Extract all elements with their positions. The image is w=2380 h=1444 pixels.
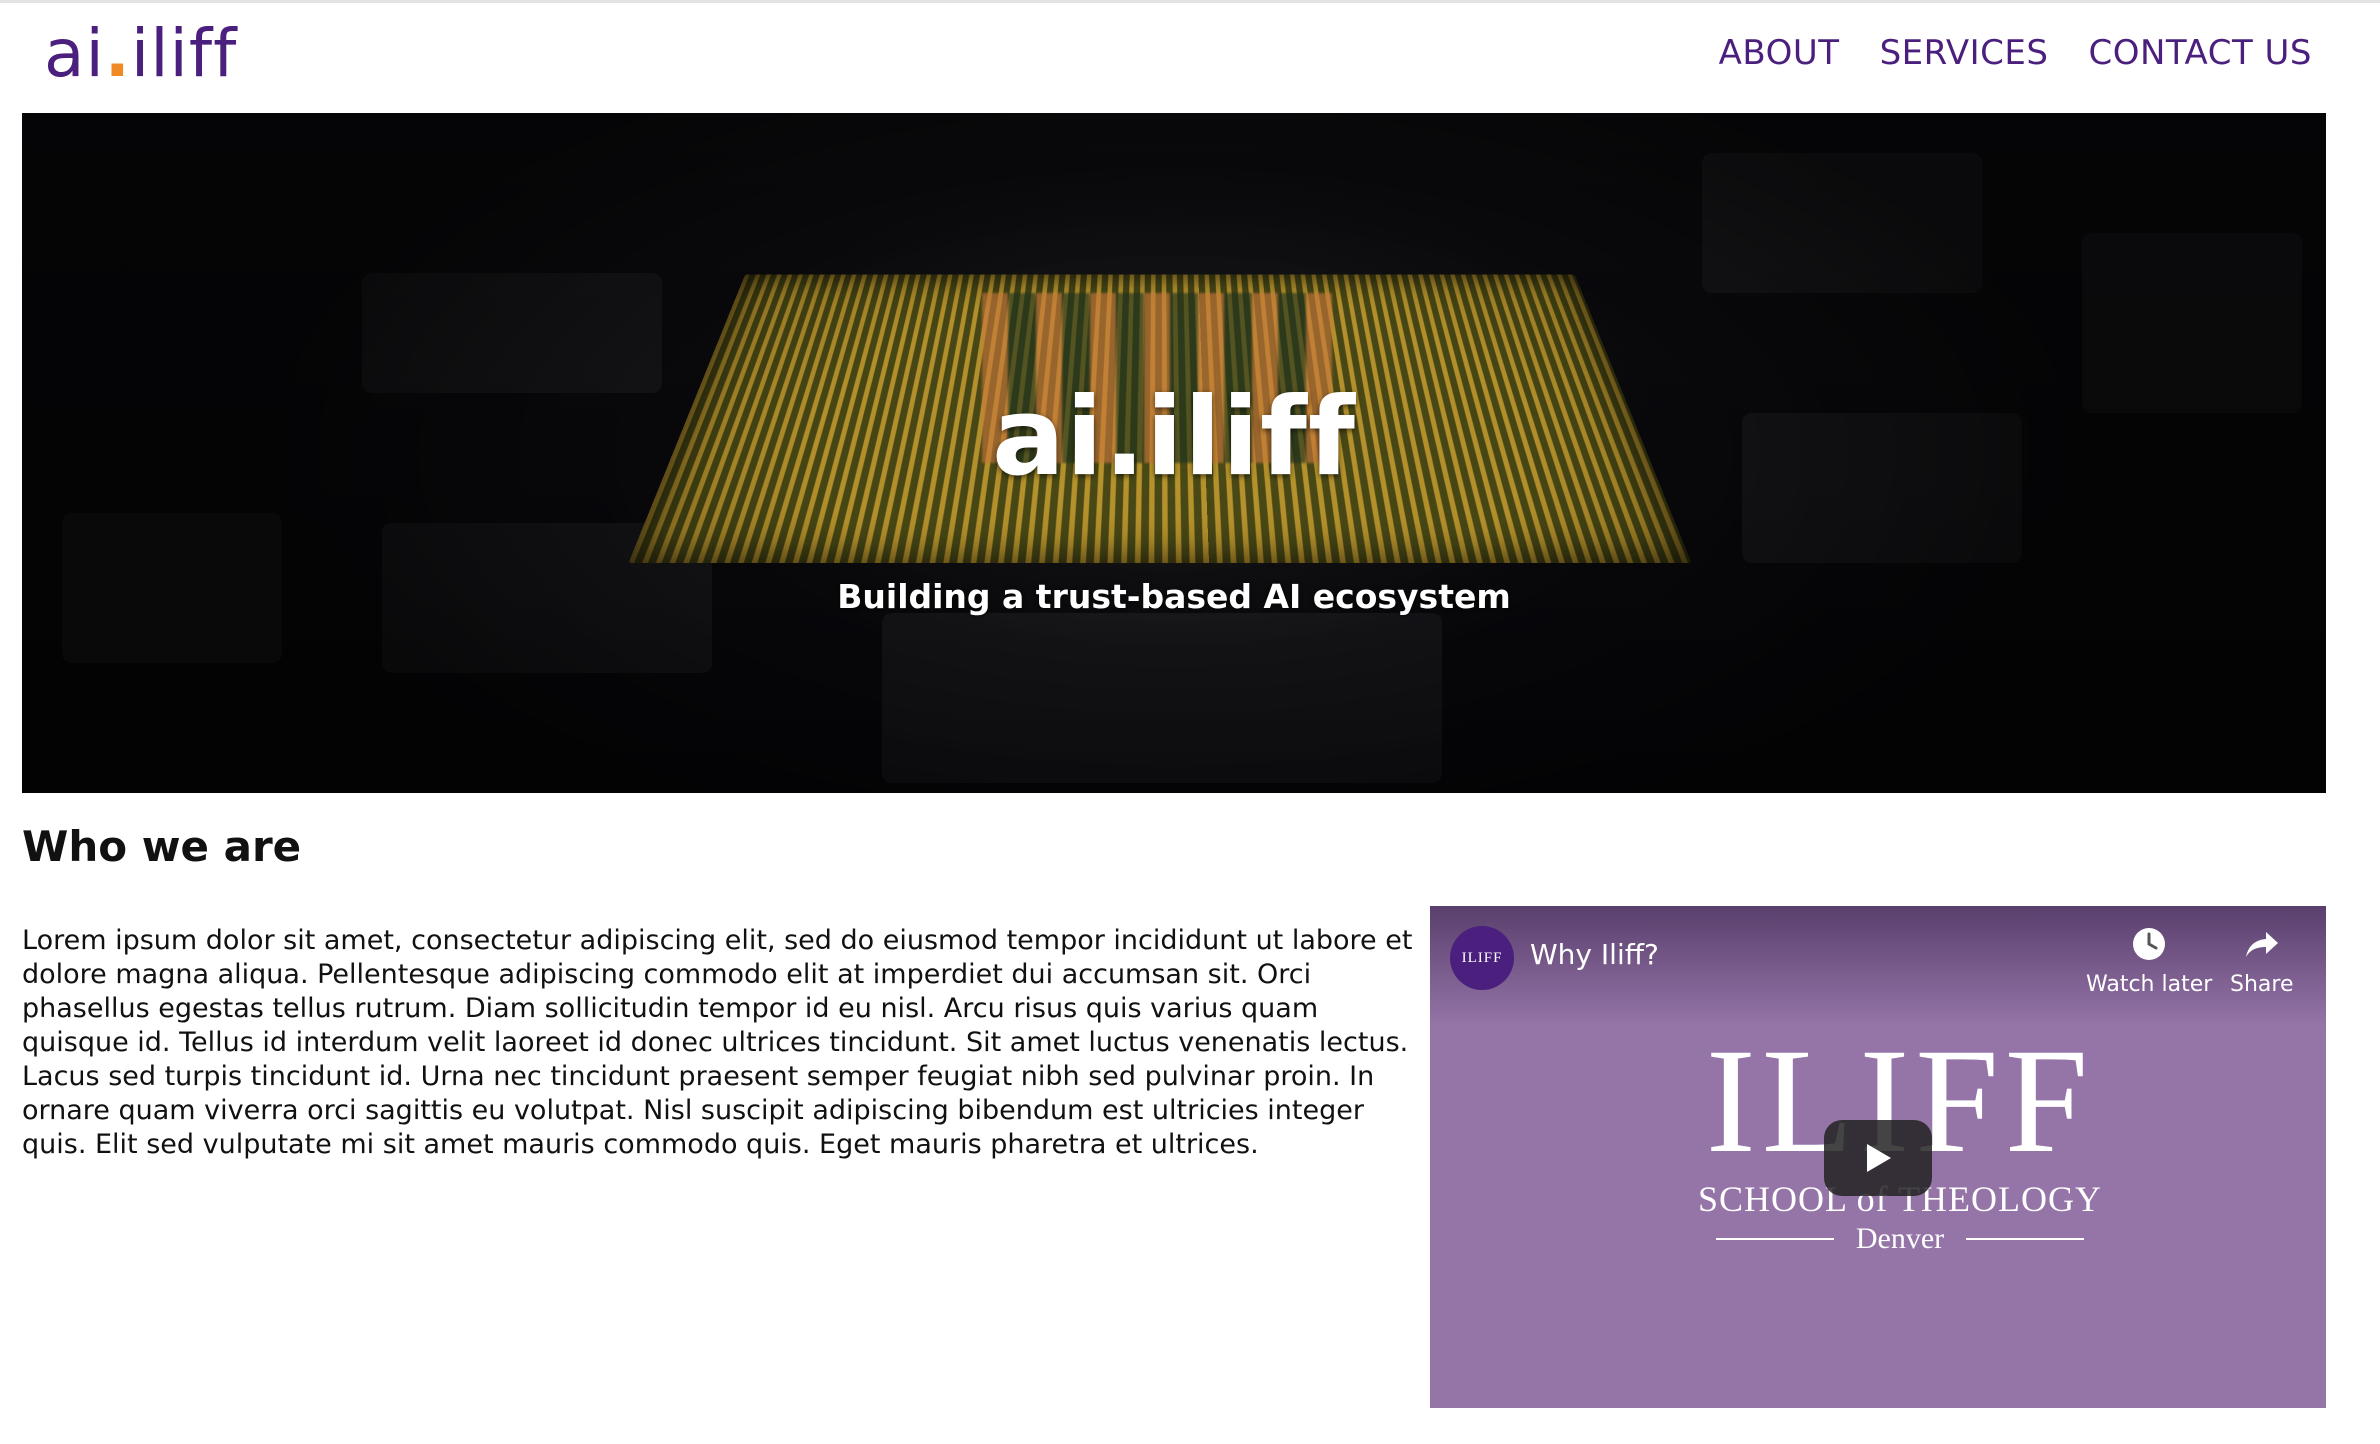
nav-contact-link[interactable]: CONTACT US xyxy=(2088,33,2312,73)
video-title[interactable]: Why Iliff? xyxy=(1530,938,1659,971)
divider xyxy=(1716,1238,1834,1240)
share-arrow-icon xyxy=(2242,924,2282,964)
site-logo[interactable]: ai. iliff xyxy=(44,15,237,92)
watch-later-button[interactable]: Watch later xyxy=(2086,924,2212,997)
share-label: Share xyxy=(2230,972,2294,997)
share-button[interactable]: Share xyxy=(2230,924,2294,997)
watch-later-label: Watch later xyxy=(2086,972,2212,997)
section-heading: Who we are xyxy=(22,822,301,871)
divider xyxy=(1966,1238,2084,1240)
hero-banner: ai.iliff Building a trust-based AI ecosy… xyxy=(22,113,2326,793)
nav-about-link[interactable]: ABOUT xyxy=(1719,33,1840,73)
thumbnail-city-row: Denver xyxy=(1650,1222,2150,1256)
logo-dot: . xyxy=(105,15,131,92)
site-header: ai. iliff ABOUT SERVICES CONTACT US xyxy=(0,3,2380,111)
play-icon xyxy=(1861,1141,1895,1175)
hero-subtitle: Building a trust-based AI ecosystem xyxy=(22,577,2326,616)
clock-icon xyxy=(2129,924,2169,964)
play-button[interactable] xyxy=(1824,1120,1932,1196)
channel-avatar[interactable]: ILIFF xyxy=(1450,926,1514,990)
video-embed[interactable]: ILIFF Why Iliff? Watch later Share ILIFF… xyxy=(1430,906,2326,1408)
main-nav: ABOUT SERVICES CONTACT US xyxy=(1719,33,2312,73)
logo-prefix: ai xyxy=(44,15,105,92)
thumbnail-city: Denver xyxy=(1856,1222,1944,1256)
logo-suffix: iliff xyxy=(131,15,237,92)
nav-services-link[interactable]: SERVICES xyxy=(1880,33,2049,73)
about-body-text: Lorem ipsum dolor sit amet, consectetur … xyxy=(22,924,1422,1162)
hero-title: ai.iliff xyxy=(22,375,2326,500)
